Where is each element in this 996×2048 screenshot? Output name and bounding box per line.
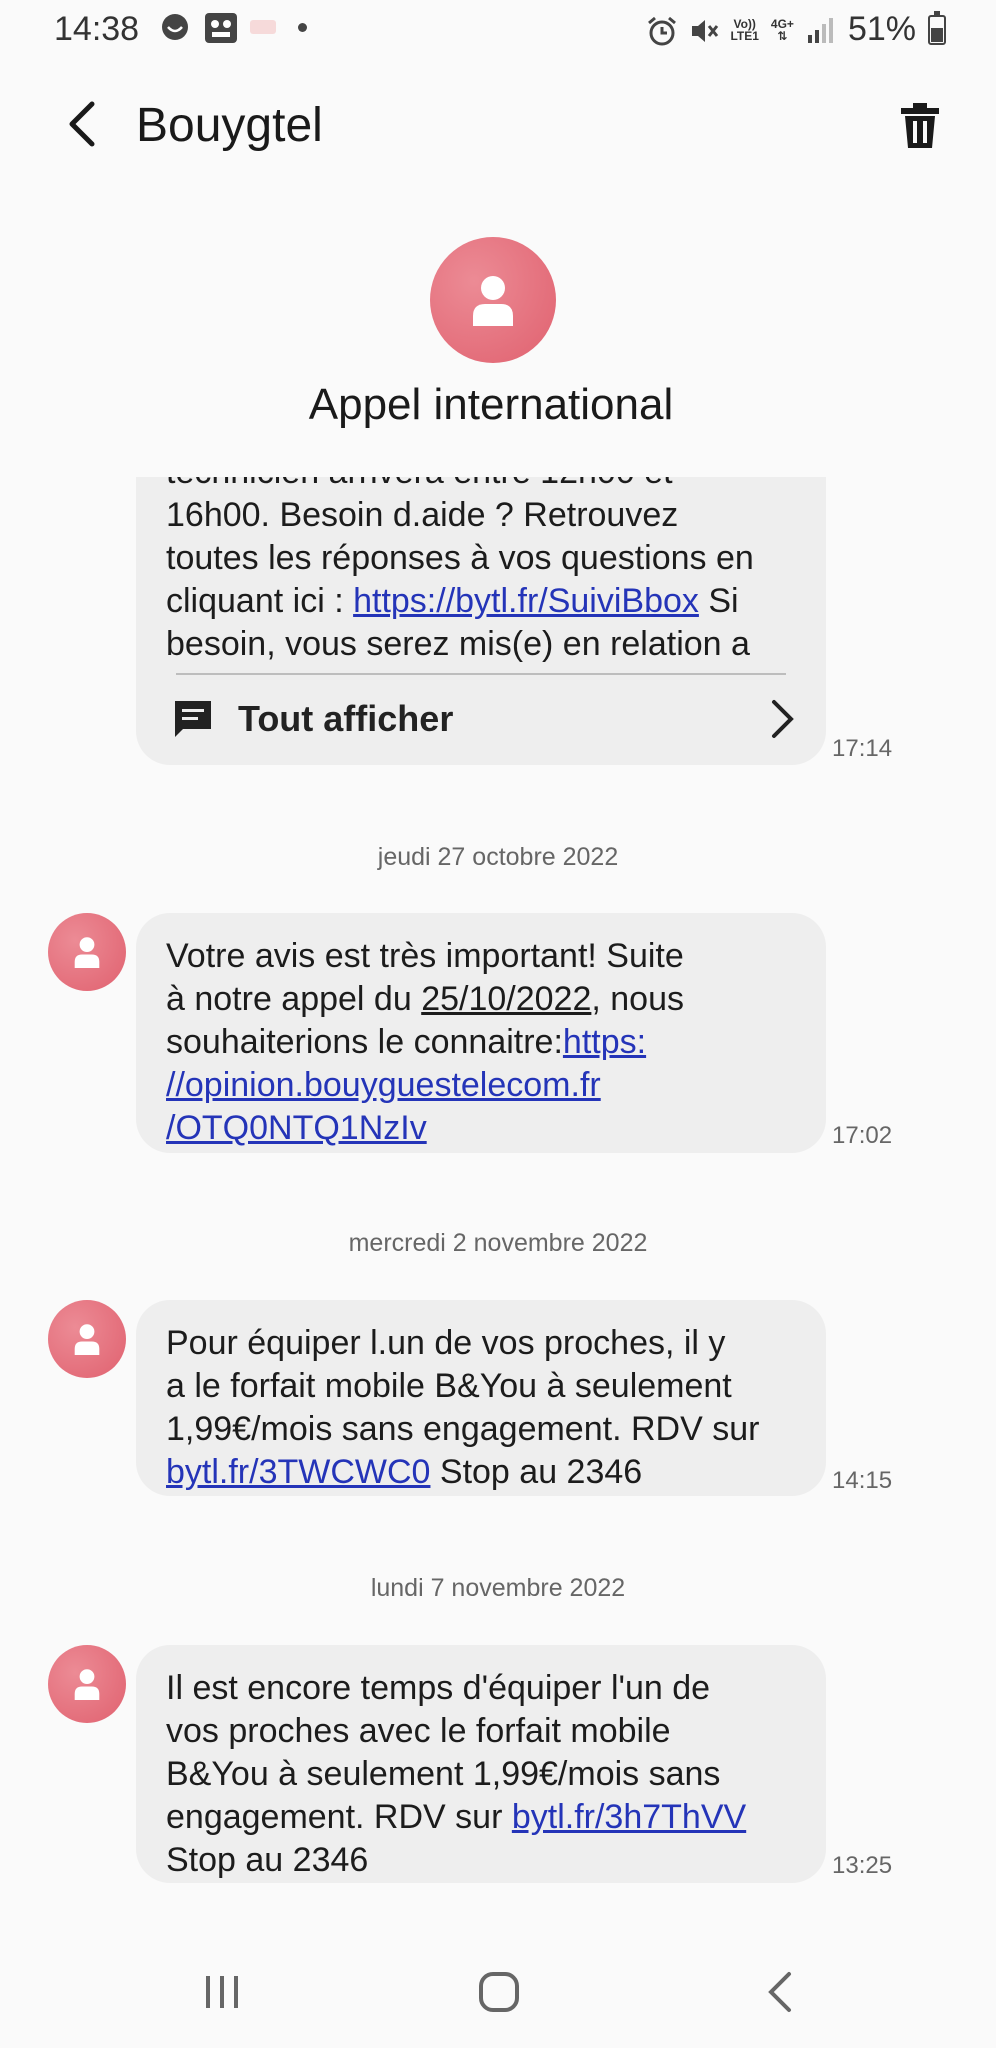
status-time: 14:38 [54,10,140,48]
volte-top: Vo)) [733,16,756,31]
message-bubble-4[interactable]: Il est encore temps d'équiper l'un de vo… [136,1645,826,1883]
mute-icon [688,15,719,45]
person-icon [74,937,100,968]
nav-back-button[interactable] [750,1962,810,2022]
message-time: 13:25 [832,1852,893,1879]
message-text: technicien arrivera entre 12h00 et 16h00… [166,477,806,666]
line: besoin, vous serez mis(e) en relation a [166,625,750,663]
message-icon [175,701,211,737]
recent-apps-button[interactable] [192,1962,252,2022]
line: toutes les réponses à vos questions en [166,539,754,577]
notification-faded-icon [248,12,278,42]
offer-link[interactable]: bytl.fr/3TWCWC0 [166,1453,430,1491]
message-time: 17:02 [832,1122,893,1149]
show-all-label: Tout afficher [238,698,454,739]
line: Il est encore temps d'équiper l'un de [166,1669,711,1707]
back-chevron-icon [768,1972,791,2012]
date-separator: mercredi 2 novembre 2022 [348,1229,648,1257]
line: à notre appel du [166,980,422,1018]
message-time: 17:14 [832,735,893,762]
chevron-right-icon [772,700,794,738]
line: technicien arrivera entre 12h00 et [166,477,673,491]
delete-button[interactable] [890,96,950,156]
message-bubble-3[interactable]: Pour équiper l.un de vos proches, il y a… [136,1300,826,1496]
battery-percent: 51% [847,10,916,48]
line: engagement. RDV sur [166,1798,512,1836]
line: souhaiterions le connaitre: [166,1023,563,1061]
app-bar: Bouygtel [0,80,996,170]
navigation-bar [0,1940,996,2040]
status-bar: 14:38 Vo)) LTE1 4G+ ⇅ 51% [0,0,996,64]
volte-indicator: Vo)) LTE1 [730,18,758,42]
network-type: 4G+ [770,16,794,31]
conversation-title: Bouygtel [136,99,323,152]
opinion-link[interactable]: https: [563,1023,646,1061]
more-notifications-dot [298,22,307,32]
suivi-link[interactable]: https://bytl.fr/SuiviBbox [353,582,699,620]
status-left-icons [160,12,307,43]
line: a le forfait mobile B&You à seulement [166,1367,732,1405]
signal-icon [806,15,836,45]
opinion-link[interactable]: //opinion.bouyguestelecom.fr [166,1066,601,1104]
line: Si [698,582,739,620]
home-button[interactable] [469,1962,529,2022]
sender-avatar[interactable] [48,913,126,991]
message-bubble-2[interactable]: Votre avis est très important! Suite à n… [136,913,826,1153]
opinion-link[interactable]: /OTQ0NTQ1NzIv [166,1109,427,1147]
date-separator: lundi 7 novembre 2022 [370,1574,626,1602]
home-icon [479,1972,519,2012]
person-icon [74,1324,100,1355]
line: Stop au 2346 [166,1841,369,1879]
line: 16h00. Besoin d.aide ? Retrouvez [166,496,679,534]
line: Votre avis est très important! Suite [166,937,684,975]
sender-avatar[interactable] [48,1645,126,1723]
line: B&You à seulement 1,99€/mois sans [166,1755,721,1793]
message-bubble-1[interactable]: technicien arrivera entre 12h00 et 16h00… [136,477,826,765]
back-button[interactable] [52,94,112,154]
network-indicator: 4G+ ⇅ [771,18,794,42]
status-right: Vo)) LTE1 4G+ ⇅ 51% [646,10,946,49]
volte-bottom: LTE1 [730,28,759,43]
line: 1,99€/mois sans engagement. RDV sur [166,1410,760,1448]
recent-apps-icon [206,1976,238,2008]
line: Stop au 2346 [430,1453,643,1491]
line: , nous [591,980,684,1018]
contact-name: Appel international [308,380,674,429]
line: Pour équiper l.un de vos proches, il y [166,1324,726,1362]
line: vos proches avec le forfait mobile [166,1712,671,1750]
trash-icon [901,103,939,148]
line: cliquant ici : [166,582,354,620]
data-arrows-icon: ⇅ [777,28,788,43]
show-all-button[interactable]: Tout afficher [172,687,796,751]
date-separator: jeudi 27 octobre 2022 [377,843,619,871]
battery-icon [928,10,946,45]
app-notification-icon [204,12,237,43]
offer-link[interactable]: bytl.fr/3h7ThVV [512,1798,746,1836]
person-icon [473,276,513,326]
contact-avatar[interactable] [430,237,556,363]
smiley-icon [160,12,190,42]
back-arrow-icon [69,101,95,147]
person-icon [74,1669,100,1700]
date-link[interactable]: 25/10/2022 [421,980,591,1018]
message-time: 14:15 [832,1467,893,1494]
divider [176,673,786,675]
alarm-icon [646,15,677,45]
sender-avatar[interactable] [48,1300,126,1378]
